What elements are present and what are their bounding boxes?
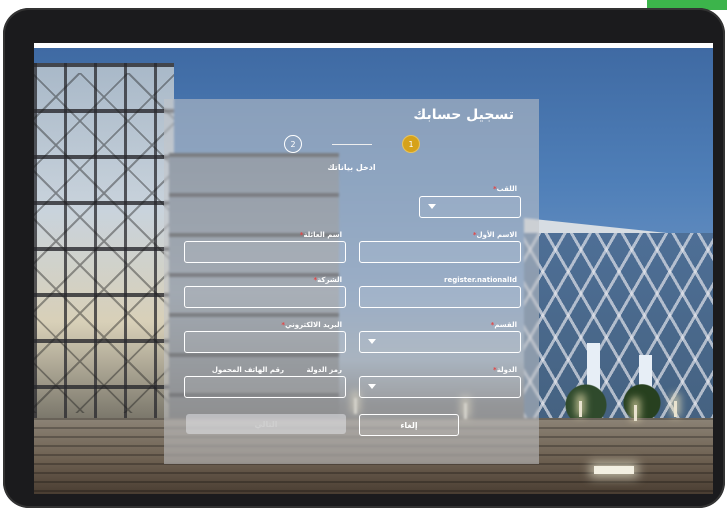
department-label: القسم*: [491, 321, 517, 329]
first-name-label: الاسم الأول*: [473, 231, 517, 239]
caret-down-icon: [368, 384, 376, 389]
label-text: اللقب: [496, 185, 517, 193]
title-select[interactable]: [419, 196, 521, 218]
label-text: البريد الالكتروني: [285, 321, 342, 329]
background-trees: [544, 378, 684, 423]
company-field[interactable]: [184, 286, 346, 308]
background-lamp: [579, 401, 582, 417]
country-code-label: رمز الدولة: [307, 366, 342, 374]
step-indicator-1: 1: [402, 135, 420, 153]
email-label: البريد الالكتروني*: [281, 321, 342, 329]
country-select[interactable]: [359, 376, 521, 398]
label-text: رقم الهاتف المحمول: [211, 366, 284, 374]
cancel-button[interactable]: إلغاء: [359, 414, 459, 436]
title-select-label: اللقب*: [493, 185, 517, 193]
label-text: الدولة: [496, 366, 517, 374]
step-indicator-2: 2: [284, 135, 302, 153]
background-floor-light: [594, 466, 634, 474]
national-id-label: register.nationalId: [444, 276, 517, 284]
tablet-frame: تسجيل حسابك 2 1 ادخل بياناتك اللقب* الاس…: [3, 8, 725, 508]
email-field[interactable]: [184, 331, 346, 353]
family-name-label: اسم العائلة*: [300, 231, 342, 239]
national-id-field[interactable]: [359, 286, 521, 308]
mobile-label: رقم الهاتف المحمول: [212, 366, 284, 374]
label-text: الشركة: [317, 276, 342, 284]
background-lamp: [634, 405, 637, 421]
caret-down-icon: [368, 339, 376, 344]
label-text: الاسم الأول: [476, 231, 517, 239]
country-label: الدولة*: [493, 366, 517, 374]
caret-down-icon: [428, 204, 436, 209]
background-building-lattice: [34, 73, 174, 413]
first-name-field[interactable]: [359, 241, 521, 263]
mobile-field[interactable]: [184, 376, 346, 398]
form-title: تسجيل حسابك: [413, 107, 514, 123]
label-text: رمز الدولة: [306, 366, 342, 374]
label-text: register.nationalId: [444, 276, 517, 284]
label-text: اسم العائلة: [303, 231, 342, 239]
label-text: القسم: [494, 321, 517, 329]
background-lamp: [674, 401, 677, 417]
company-label: الشركة*: [314, 276, 343, 284]
step-connector: [332, 144, 372, 145]
family-name-field[interactable]: [184, 241, 346, 263]
next-button[interactable]: التالي: [186, 414, 346, 434]
app-screen: تسجيل حسابك 2 1 ادخل بياناتك اللقب* الاس…: [34, 43, 713, 494]
form-subtitle: ادخل بياناتك: [327, 163, 376, 172]
department-select[interactable]: [359, 331, 521, 353]
registration-card: تسجيل حسابك 2 1 ادخل بياناتك اللقب* الاس…: [164, 99, 539, 464]
